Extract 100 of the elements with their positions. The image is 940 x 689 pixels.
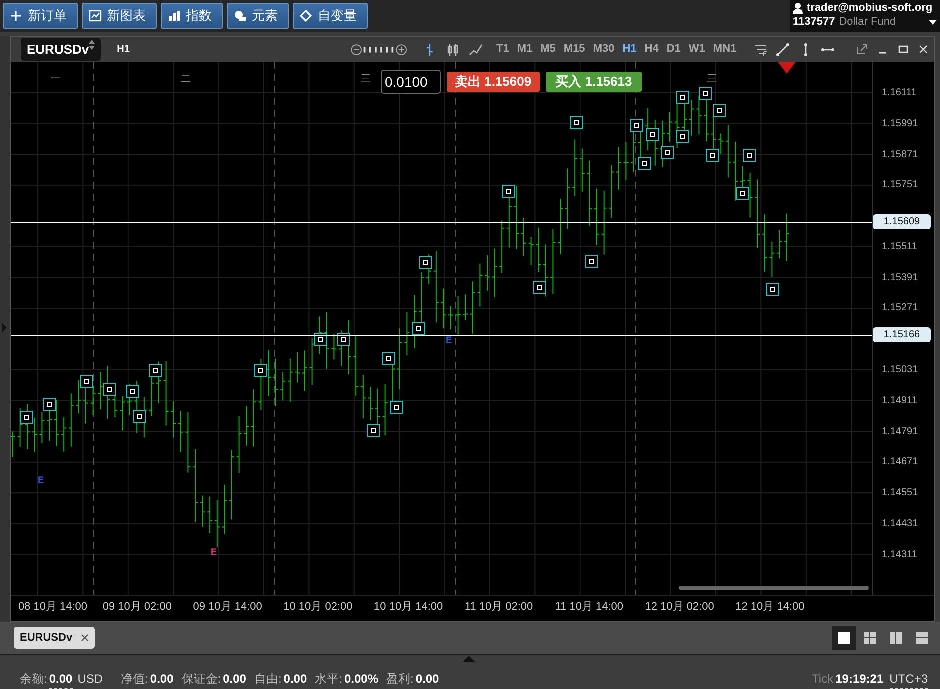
timeframe-tab[interactable]: M5 (536, 41, 560, 58)
toolbar-button[interactable]: 新订单 (3, 3, 78, 29)
fractal-marker-icon (337, 333, 350, 346)
toolbar-button[interactable]: 指数 (161, 3, 223, 29)
tick-label: Tick (812, 671, 834, 688)
fractal-marker-icon (149, 364, 162, 377)
fractal-marker-icon (419, 256, 432, 269)
fractal-marker-icon (533, 281, 546, 294)
columns-layout-icon (890, 632, 902, 644)
symbol-select[interactable]: EURUSDv (21, 38, 102, 62)
trendline-icon[interactable] (776, 42, 790, 56)
signal-marker: E (38, 476, 44, 485)
status-value: 0.00 (284, 671, 308, 688)
shapes-icon (234, 10, 247, 22)
fractal-marker-icon (570, 116, 583, 129)
sell-button[interactable]: 卖出 1.15609 (447, 72, 540, 92)
candlestick-icon[interactable] (446, 42, 460, 56)
time-axis-label: 09 10月 02:00 (102, 600, 172, 615)
status-value: 0.00% (344, 671, 379, 688)
popout-icon[interactable] (856, 44, 868, 55)
diamond-icon (300, 10, 313, 22)
price-tick-label: 1.15511 (882, 240, 918, 254)
fractal-marker-icon (646, 128, 659, 141)
status-label: 水平: (315, 671, 342, 688)
fractal-marker-icon (80, 375, 93, 388)
chart-icon (89, 10, 102, 22)
single-layout-icon (838, 632, 850, 644)
chart-tab[interactable]: EURUSDv (14, 626, 95, 650)
status-value: 0.00 (150, 671, 174, 688)
fractal-marker-icon (661, 146, 674, 159)
timeframe-tab[interactable]: H4 (640, 41, 663, 58)
fractal-marker-icon (412, 322, 425, 335)
user-icon (793, 2, 803, 14)
indicator-list-icon[interactable] (754, 42, 768, 56)
toolbar-button[interactable]: 新图表 (82, 3, 157, 29)
timeframe-tab[interactable]: M15 (560, 41, 590, 58)
timezone-select[interactable]: UTC+3 (890, 670, 928, 688)
price-tick-label: 1.15391 (882, 271, 918, 286)
lot-size-field[interactable]: 0.0100 (381, 70, 441, 94)
fractal-marker-icon (126, 385, 139, 398)
timeframe-tab[interactable]: H1 (618, 41, 641, 58)
status-label: 自由: (254, 671, 282, 688)
timeframe-tab[interactable]: T1 (492, 41, 514, 58)
price-tick-label: 1.14551 (882, 486, 918, 501)
price-tick-label: 1.15031 (882, 364, 918, 378)
price-tick-label: 1.14671 (882, 456, 918, 470)
status-value: 0.00 (49, 670, 73, 688)
time-axis-label: 09 10月 14:00 (193, 600, 262, 615)
timeframe-tab[interactable]: D1 (662, 41, 685, 58)
tick-time: 19:19:21 (836, 671, 884, 688)
fractal-marker-icon (638, 157, 651, 170)
status-label: 净值: (121, 671, 148, 688)
zoom-in-icon[interactable] (396, 44, 407, 56)
spinner-icon (89, 40, 96, 50)
dropdown-caret-icon[interactable] (929, 20, 937, 24)
time-axis-label: 10 10月 02:00 (284, 600, 353, 615)
currency-label: USD (78, 671, 104, 688)
rows-layout-icon (916, 632, 928, 644)
status-value: 0.00 (416, 671, 440, 688)
status-label: 盈利: (386, 671, 414, 688)
fractal-marker-icon (676, 91, 689, 104)
zoom-slider-icon[interactable] (362, 46, 396, 54)
fractal-marker-icon (706, 149, 719, 162)
price-line-label: 1.15166 (873, 328, 931, 343)
bar-chart-icon (168, 10, 181, 22)
price-tick-label: 1.16111 (882, 86, 917, 100)
fractal-marker-icon (133, 410, 146, 423)
layout-button[interactable] (832, 626, 856, 650)
fractal-marker-icon (676, 130, 689, 143)
fractal-marker-icon (390, 401, 403, 414)
line-chart-icon[interactable] (468, 42, 483, 56)
time-axis-label: 11 10月 14:00 (555, 600, 624, 615)
status-label: 保证金: (182, 671, 222, 688)
scrollbar[interactable] (679, 586, 869, 590)
timeframe-tab[interactable]: M30 (589, 41, 619, 58)
status-label: 余额: (20, 671, 48, 688)
time-axis-label: 10 10月 14:00 (374, 600, 444, 615)
price-tick-label: 1.14911 (882, 394, 918, 408)
zoom-out-icon[interactable] (351, 44, 362, 56)
day-label: 三 (707, 73, 717, 87)
fractal-marker-icon (585, 255, 598, 268)
toolbar-button[interactable]: 元素 (227, 3, 289, 29)
fractal-marker-icon (20, 411, 33, 424)
fractal-marker-icon (254, 364, 267, 377)
fractal-marker-icon (766, 283, 779, 296)
account-name: Dollar Fund (839, 15, 896, 29)
signal-marker: E (446, 336, 452, 345)
timeframe-tab[interactable]: M1 (513, 41, 537, 58)
close-icon[interactable] (80, 634, 89, 642)
timeframe-tab[interactable]: MN1 (709, 41, 741, 58)
sell-triangle-icon (778, 62, 796, 74)
fractal-marker-icon (314, 333, 327, 346)
time-axis-label: 12 10月 14:00 (736, 600, 805, 615)
timeframe-tab[interactable]: W1 (684, 41, 710, 58)
grid-layout-icon (864, 632, 876, 644)
fractal-marker-icon (502, 185, 515, 198)
price-tick-label: 1.15271 (882, 302, 918, 316)
toolbar-button[interactable]: 自变量 (293, 3, 368, 29)
buy-button[interactable]: 买入 1.15613 (546, 72, 642, 92)
maximize-icon[interactable] (898, 44, 909, 55)
